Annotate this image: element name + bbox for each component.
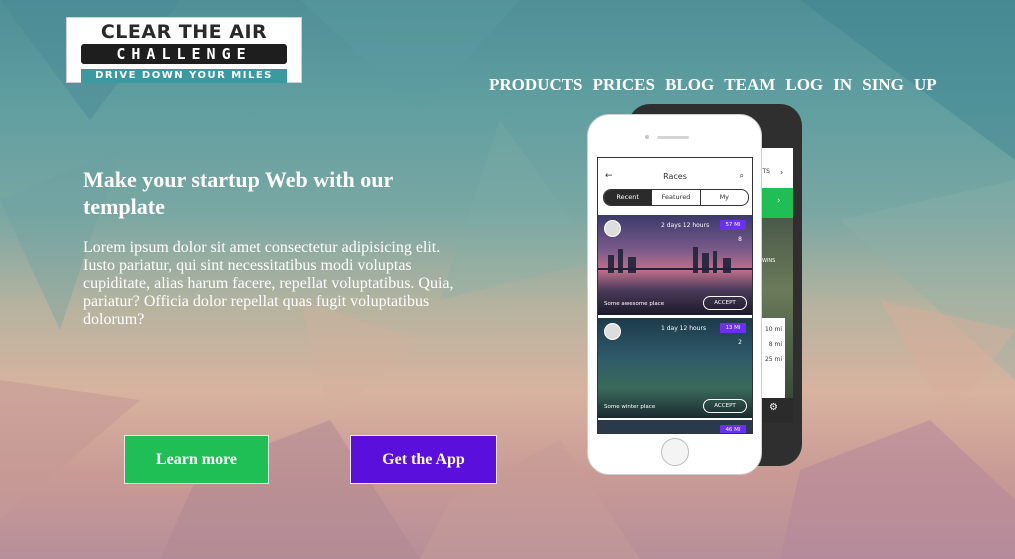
gear-icon: ⚙ — [769, 402, 778, 413]
distance-badge: 46 MI — [720, 425, 746, 433]
card-time: 2 days 12 hours — [661, 222, 710, 229]
nav-products[interactable]: PRODUCTS — [489, 75, 583, 94]
tab-featured: Featured — [651, 190, 699, 205]
hero-headline: Make your startup Web with our template — [83, 167, 393, 219]
speaker-icon — [657, 136, 689, 139]
chevron-right-icon: › — [780, 168, 784, 177]
accept-button: ACCEPT — [703, 296, 747, 310]
nav-prices[interactable]: PRICES — [593, 75, 655, 94]
phone-front-screen: ← Races ⌕ Recent Featured My 2 days 12 h… — [597, 157, 753, 434]
distance-badge: 57 MI — [720, 220, 746, 230]
logo[interactable]: CLEAR THE AIR CHALLENGE DRIVE DOWN YOUR … — [66, 17, 302, 83]
city-skyline-image — [598, 247, 752, 273]
logo-tagline: DRIVE DOWN YOUR MILES — [81, 69, 287, 83]
avatar — [604, 323, 621, 340]
distance-badge: 13 MI — [720, 323, 746, 333]
logo-line-2: CHALLENGE — [81, 44, 287, 64]
card-place: Some awesome place — [604, 301, 665, 307]
logo-line-1: CLEAR THE AIR — [100, 21, 268, 43]
tab-my: My — [699, 190, 748, 205]
nav-in[interactable]: IN — [833, 75, 852, 94]
chevron-right-icon: › — [777, 196, 781, 206]
screen-title: Races — [663, 172, 687, 181]
camera-icon — [645, 135, 649, 139]
accept-button: ACCEPT — [703, 399, 747, 413]
tab-recent: Recent — [604, 190, 652, 205]
nav-team[interactable]: TEAM — [724, 75, 775, 94]
segmented-tabs: Recent Featured My — [603, 189, 749, 206]
top-nav: PRODUCTS PRICES BLOG TEAM LOG IN SING UP — [489, 75, 942, 95]
hero-body: Lorem ipsum dolor sit amet consectetur a… — [83, 239, 454, 328]
get-app-button[interactable]: Get the App — [350, 435, 497, 484]
participant-count: 8 — [738, 236, 742, 243]
phone-back-wins: WINS — [762, 258, 776, 264]
nav-blog[interactable]: BLOG — [665, 75, 714, 94]
learn-more-button[interactable]: Learn more — [124, 435, 269, 484]
card-place: Some winter place — [604, 404, 656, 410]
avatar — [604, 220, 621, 237]
card-time: 1 day 12 hours — [661, 325, 707, 332]
home-button-icon — [661, 438, 689, 466]
participant-count: 2 — [738, 339, 742, 346]
race-card: 46 MI — [598, 420, 752, 433]
search-icon: ⌕ — [739, 171, 744, 180]
race-card: 1 day 12 hours 13 MI 2 Some winter place… — [598, 318, 752, 418]
nav-up[interactable]: UP — [914, 75, 937, 94]
nav-log[interactable]: LOG — [785, 75, 823, 94]
nav-sing[interactable]: SING — [862, 75, 904, 94]
race-card: 2 days 12 hours 57 MI 8 Some awesome pla… — [598, 215, 752, 315]
